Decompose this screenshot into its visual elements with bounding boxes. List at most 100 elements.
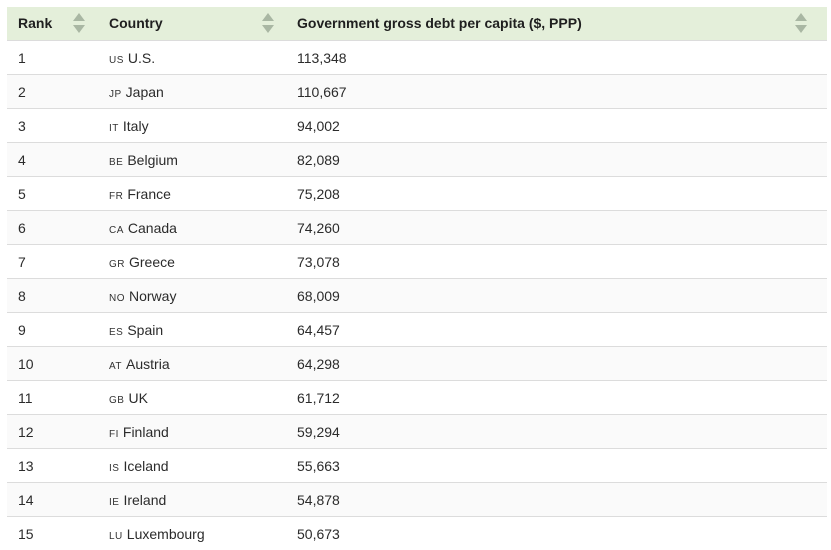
debt-value: 64,457	[287, 322, 340, 338]
rank-sort-icon[interactable]	[73, 13, 85, 35]
rank-value: 14	[7, 492, 34, 508]
debt-table: Rank Country Government gross debt per c…	[7, 7, 827, 550]
debt-cell: 59,294	[287, 415, 827, 449]
country-column-header[interactable]: Country	[98, 7, 287, 41]
country-code-flag-icon: GR	[109, 259, 125, 270]
country-name: U.S.	[128, 50, 155, 66]
rank-value: 6	[7, 220, 26, 236]
debt-value: 55,663	[287, 458, 340, 474]
country-cell: JP Japan	[98, 75, 287, 109]
country-code-flag-icon: FI	[109, 429, 119, 440]
debt-cell: 75,208	[287, 177, 827, 211]
table-row: 6 CA Canada 74,260	[7, 211, 827, 245]
rank-header-label: Rank	[18, 15, 52, 31]
rank-cell: 1	[7, 41, 98, 75]
country-code-flag-icon: AT	[109, 361, 122, 372]
country-name: Spain	[127, 322, 163, 338]
debt-value: 110,667	[287, 84, 347, 100]
debt-sort-icon[interactable]	[795, 13, 807, 35]
debt-cell: 94,002	[287, 109, 827, 143]
country-name: Finland	[123, 424, 169, 440]
table-body: 1USU.S.113,3482JPJapan110,6673ITItaly94,…	[7, 41, 827, 550]
table-row: 4BEBelgium82,089	[7, 143, 827, 177]
debt-value: 73,078	[287, 254, 340, 270]
country-code-flag-icon: ES	[109, 327, 123, 338]
table-row: 11GBUK61,712	[7, 381, 827, 415]
country-cell: CA Canada	[98, 211, 287, 245]
country-code-flag-icon: IE	[109, 497, 119, 508]
rank-value: 9	[7, 322, 26, 338]
debt-cell: 61,712	[287, 381, 827, 415]
rank-value: 5	[7, 186, 26, 202]
rank-cell: 9	[7, 313, 98, 347]
table-row: 12 FI Finland 59,294	[7, 415, 827, 449]
rank-value: 11	[7, 390, 33, 406]
table-row: 13ISIceland55,663	[7, 449, 827, 483]
debt-value: 59,294	[287, 424, 340, 440]
country-name: Belgium	[127, 152, 178, 168]
rank-cell: 3	[7, 109, 98, 143]
country-cell: AT Austria	[98, 347, 287, 381]
country-header-label: Country	[109, 15, 163, 31]
debt-value: 113,348	[287, 50, 347, 66]
country-cell: FR France	[98, 177, 287, 211]
country-cell: IT Italy	[98, 109, 287, 143]
country-name: Luxembourg	[127, 526, 205, 542]
rank-cell: 8	[7, 279, 98, 313]
debt-value: 68,009	[287, 288, 340, 304]
debt-cell: 113,348	[287, 41, 827, 75]
debt-value: 94,002	[287, 118, 340, 134]
debt-table-container: Rank Country Government gross debt per c…	[7, 7, 827, 550]
rank-value: 15	[7, 526, 34, 542]
country-code-flag-icon: CA	[109, 225, 124, 236]
debt-value: 75,208	[287, 186, 340, 202]
table-row: 9 ES Spain 64,457	[7, 313, 827, 347]
country-sort-icon[interactable]	[262, 13, 274, 35]
debt-cell: 73,078	[287, 245, 827, 279]
debt-column-header[interactable]: Government gross debt per capita ($, PPP…	[287, 7, 827, 41]
country-name: Norway	[129, 288, 176, 304]
table-row: 10 AT Austria 64,298	[7, 347, 827, 381]
country-code-flag-icon: FR	[109, 191, 123, 202]
debt-header-label: Government gross debt per capita ($, PPP…	[297, 15, 582, 31]
debt-cell: 110,667	[287, 75, 827, 109]
country-code-flag-icon: IT	[109, 123, 119, 134]
debt-value: 54,878	[287, 492, 340, 508]
rank-value: 4	[7, 152, 26, 168]
rank-cell: 10	[7, 347, 98, 381]
country-name: Canada	[128, 220, 177, 236]
table-row: 3 IT Italy 94,002	[7, 109, 827, 143]
debt-value: 64,298	[287, 356, 340, 372]
country-name: Japan	[126, 84, 164, 100]
rank-column-header[interactable]: Rank	[7, 7, 98, 41]
country-code-flag-icon: GB	[109, 395, 124, 406]
country-name: Austria	[126, 356, 170, 372]
country-name: Italy	[123, 118, 149, 134]
country-name: Greece	[129, 254, 175, 270]
table-header-row: Rank Country Government gross debt per c…	[7, 7, 827, 41]
debt-value: 50,673	[287, 526, 340, 542]
rank-value: 8	[7, 288, 26, 304]
rank-cell: 11	[7, 381, 98, 415]
country-name: Ireland	[123, 492, 166, 508]
rank-cell: 12	[7, 415, 98, 449]
country-name: France	[127, 186, 171, 202]
debt-value: 74,260	[287, 220, 340, 236]
country-code-flag-icon: NO	[109, 293, 125, 304]
rank-value: 3	[7, 118, 26, 134]
country-cell: ES Spain	[98, 313, 287, 347]
table-row: 8 NO Norway 68,009	[7, 279, 827, 313]
rank-value: 12	[7, 424, 34, 440]
table-row: 2JPJapan110,667	[7, 75, 827, 109]
country-cell: USU.S.	[98, 41, 287, 75]
country-code-flag-icon: JP	[109, 89, 122, 100]
rank-cell: 4	[7, 143, 98, 177]
debt-cell: 64,298	[287, 347, 827, 381]
debt-cell: 55,663	[287, 449, 827, 483]
country-cell: NO Norway	[98, 279, 287, 313]
country-name: Iceland	[123, 458, 168, 474]
rank-cell: 7	[7, 245, 98, 279]
debt-cell: 68,009	[287, 279, 827, 313]
debt-cell: 54,878	[287, 483, 827, 517]
country-cell: BEBelgium	[98, 143, 287, 177]
